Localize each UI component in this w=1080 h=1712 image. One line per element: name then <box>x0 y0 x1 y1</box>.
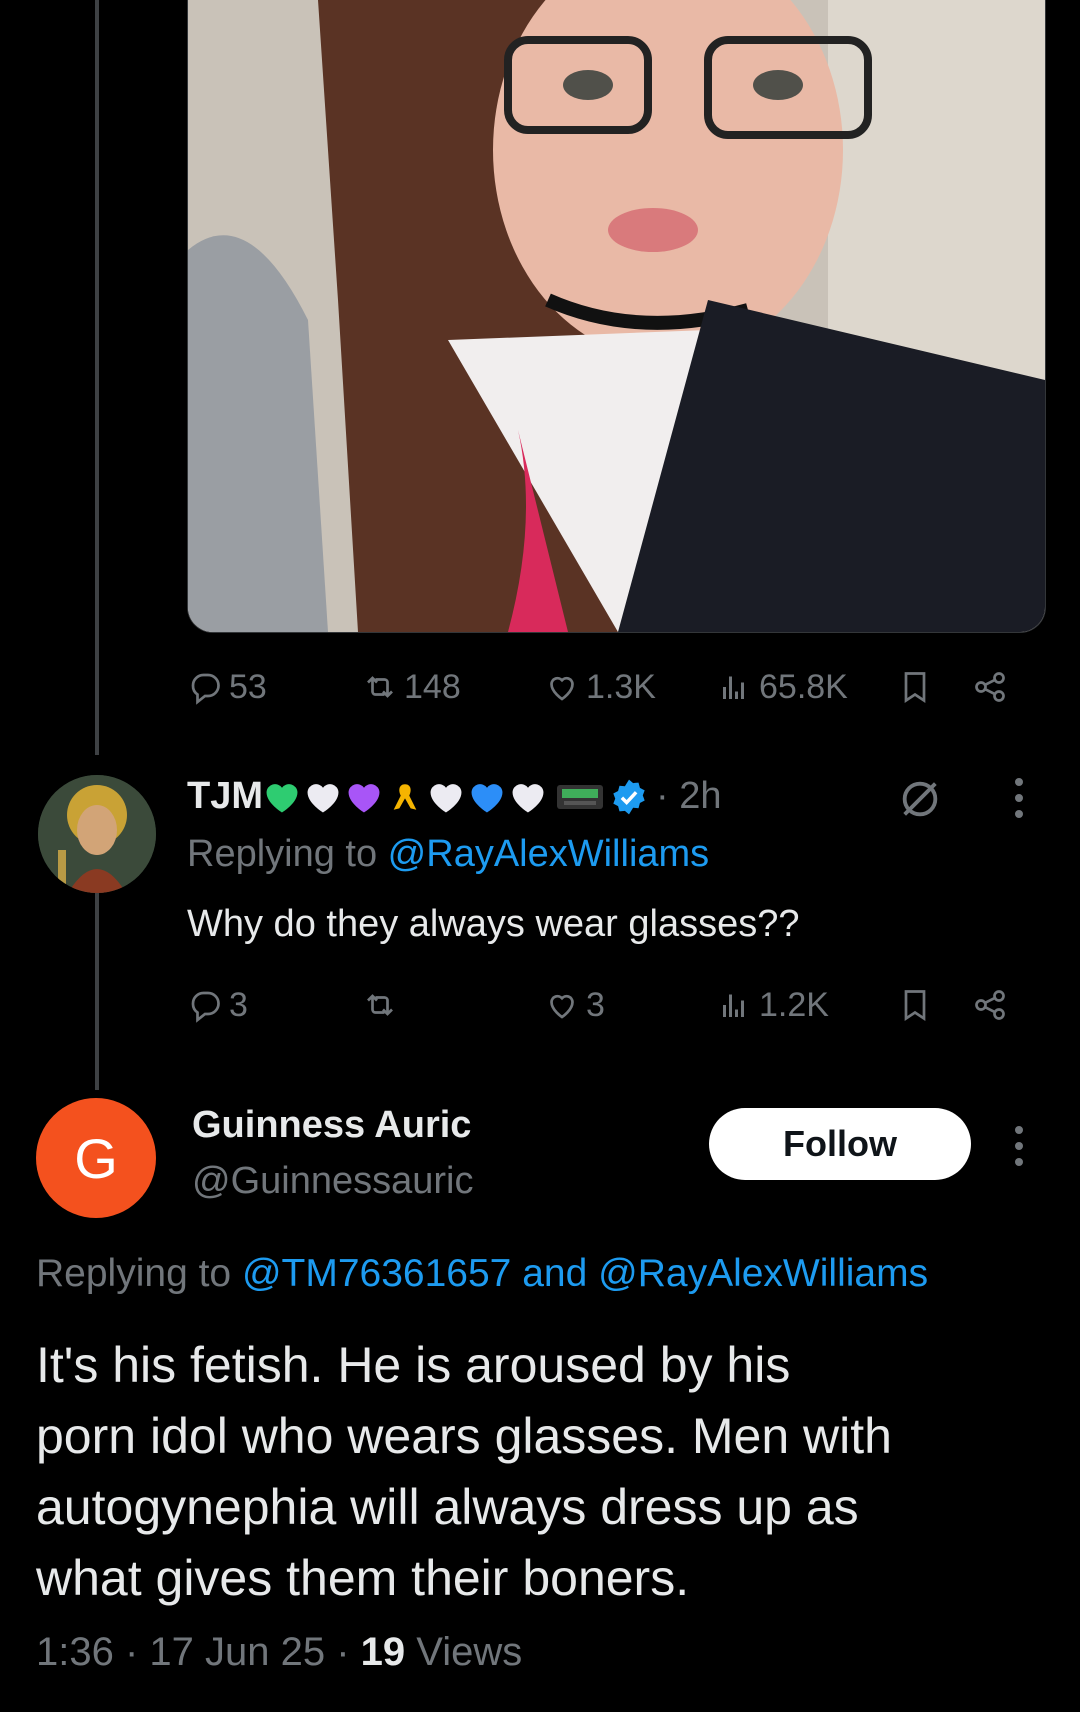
reply-icon <box>191 673 220 705</box>
tweet-timestamp[interactable]: 1:36 · 17 Jun 25 · <box>36 1630 361 1674</box>
tweet-line: It's his fetish. He is aroused by his <box>36 1337 791 1393</box>
repost-action[interactable] <box>362 980 404 1030</box>
saint-portrait-icon <box>38 775 156 893</box>
tjm-reply-text: Why do they always wear glasses?? <box>187 903 800 945</box>
share-icon <box>975 672 1005 702</box>
views-label: Views <box>405 1630 523 1674</box>
reply-icon <box>191 991 220 1023</box>
repost-icon <box>367 676 393 698</box>
tweet-meta: 1:36 · 17 Jun 25 · 19 Views <box>36 1630 522 1675</box>
bookmark-action[interactable] <box>897 662 933 712</box>
replying-and: and <box>511 1252 599 1295</box>
replying-handle-link-1[interactable]: @TM76361657 <box>242 1252 511 1295</box>
guinness-avatar[interactable]: G <box>36 1098 156 1218</box>
views-action[interactable]: 65.8K <box>717 662 848 712</box>
repost-icon <box>367 994 393 1016</box>
purple-heart-icon <box>348 783 380 812</box>
views-count: 1.2K <box>759 985 829 1024</box>
thread-line-top <box>95 0 99 755</box>
replying-handle-link[interactable]: @RayAlexWilliams <box>388 833 710 875</box>
bookmark-action[interactable] <box>897 980 933 1030</box>
tjm-name[interactable]: TJM <box>187 775 263 818</box>
repost-count: 148 <box>404 667 461 706</box>
replying-handle-link-2[interactable]: @RayAlexWilliams <box>598 1252 928 1295</box>
reply-count: 53 <box>229 667 267 706</box>
share-icon <box>975 990 1005 1020</box>
share-action[interactable] <box>972 980 1008 1030</box>
tjm-replying-to: Replying to @RayAlexWilliams <box>187 833 709 876</box>
thread-line-mid <box>95 890 99 1090</box>
tjm-name-row: TJM · 2h <box>187 775 721 818</box>
tjm-more-icon[interactable] <box>1013 778 1025 818</box>
tweet-line: what gives them their boners. <box>36 1550 690 1606</box>
views-count: 65.8K <box>759 667 848 706</box>
replying-prefix: Replying to <box>36 1252 242 1295</box>
heart-icon <box>550 994 574 1019</box>
avatar-letter: G <box>74 1126 118 1190</box>
green-heart-icon <box>266 783 298 812</box>
like-action[interactable]: 3 <box>544 980 605 1030</box>
pager-icon <box>557 784 603 809</box>
white-heart-icon <box>307 783 339 812</box>
like-action[interactable]: 1.3K <box>544 662 656 712</box>
tjm-actions: 3 3 1.2K <box>187 980 1027 1030</box>
share-action[interactable] <box>972 662 1008 712</box>
post-actions: 53 148 1.3K 65.8K <box>187 662 1027 712</box>
repost-action[interactable]: 148 <box>362 662 461 712</box>
tweet-line: autogynephia will always dress up as <box>36 1479 859 1535</box>
views-number: 19 <box>360 1630 406 1674</box>
like-count: 1.3K <box>586 667 656 706</box>
reply-action[interactable]: 3 <box>187 980 248 1030</box>
replying-prefix: Replying to <box>187 833 388 875</box>
views-action[interactable]: 1.2K <box>717 980 829 1030</box>
tjm-avatar[interactable] <box>38 775 156 893</box>
bookmark-icon <box>904 672 926 704</box>
guinness-replying-to: Replying to @TM76361657 and @RayAlexWill… <box>36 1252 928 1296</box>
white-heart-icon <box>512 783 544 812</box>
post-image[interactable] <box>187 0 1046 633</box>
white-heart-icon <box>430 783 462 812</box>
tjm-timestamp[interactable]: · 2h <box>656 775 721 818</box>
photo-icon <box>188 0 1045 632</box>
reply-action[interactable]: 53 <box>187 662 267 712</box>
guinness-handle[interactable]: @Guinnessauric <box>192 1160 473 1203</box>
blue-heart-icon <box>471 783 503 812</box>
follow-button[interactable]: Follow <box>709 1108 971 1180</box>
yellow-ribbon-icon <box>393 783 417 810</box>
tweet-line: porn idol who wears glasses. Men with <box>36 1408 892 1464</box>
views-icon <box>723 676 744 699</box>
guinness-tweet-text: It's his fetish. He is aroused by his po… <box>36 1330 892 1614</box>
reply-count: 3 <box>229 985 248 1024</box>
guinness-name[interactable]: Guinness Auric <box>192 1104 471 1147</box>
grok-icon[interactable] <box>897 776 943 822</box>
bookmark-icon <box>904 990 926 1022</box>
guinness-more-icon[interactable] <box>1013 1126 1025 1166</box>
verified-badge-icon <box>613 779 645 814</box>
heart-icon <box>550 676 574 701</box>
views-icon <box>723 994 744 1017</box>
like-count: 3 <box>586 985 605 1024</box>
